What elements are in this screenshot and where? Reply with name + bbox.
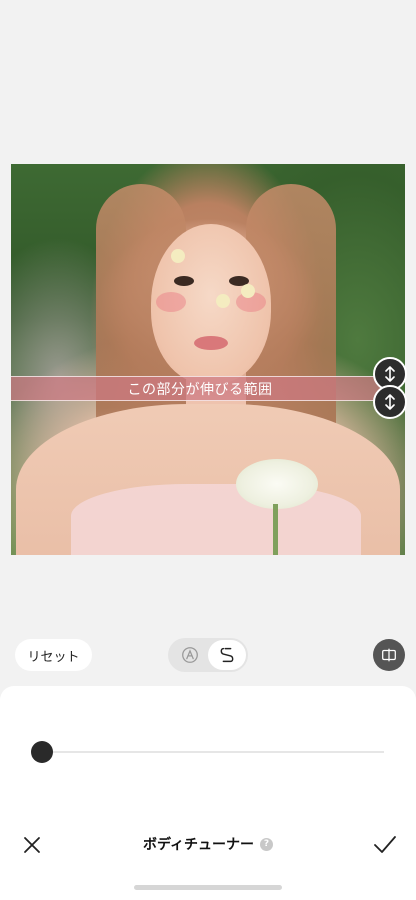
- bottom-panel: [0, 686, 416, 900]
- tool-title-text: ボディチューナー: [142, 837, 255, 853]
- intensity-slider-thumb[interactable]: [31, 741, 53, 763]
- home-indicator: [134, 885, 282, 890]
- compare-icon: [382, 648, 396, 662]
- help-icon[interactable]: ?: [260, 837, 274, 851]
- photo-cheek-left: [156, 292, 186, 312]
- photo-canvas: [11, 164, 405, 555]
- intensity-slider-track[interactable]: [42, 751, 384, 753]
- cancel-button[interactable]: [20, 833, 44, 857]
- photo-rose: [236, 459, 318, 509]
- auto-mode-button[interactable]: [172, 641, 208, 669]
- close-icon: [24, 837, 40, 853]
- auto-icon: [182, 647, 198, 663]
- photo-flower: [216, 294, 230, 308]
- vertical-resize-icon: [385, 394, 395, 410]
- checkmark-icon: [374, 836, 396, 853]
- stretch-handle-bottom[interactable]: [373, 385, 407, 419]
- mode-toggle: [168, 638, 248, 672]
- tool-title: ボディチューナー ?: [100, 832, 316, 856]
- manual-icon: [220, 647, 234, 663]
- vertical-resize-icon: [385, 366, 395, 382]
- photo-eye-left: [174, 276, 194, 286]
- compare-button[interactable]: [373, 639, 405, 671]
- manual-mode-button[interactable]: [208, 640, 246, 670]
- photo-lips: [194, 336, 228, 350]
- photo-dress: [71, 484, 361, 555]
- stretch-range-band[interactable]: この部分が伸びる範囲: [11, 376, 389, 401]
- confirm-button[interactable]: [372, 833, 398, 857]
- reset-button[interactable]: リセット: [15, 639, 92, 671]
- stretch-range-label: この部分が伸びる範囲: [127, 381, 273, 398]
- photo-flower: [241, 284, 255, 298]
- photo-rose-stem: [273, 504, 278, 555]
- photo-flower: [171, 249, 185, 263]
